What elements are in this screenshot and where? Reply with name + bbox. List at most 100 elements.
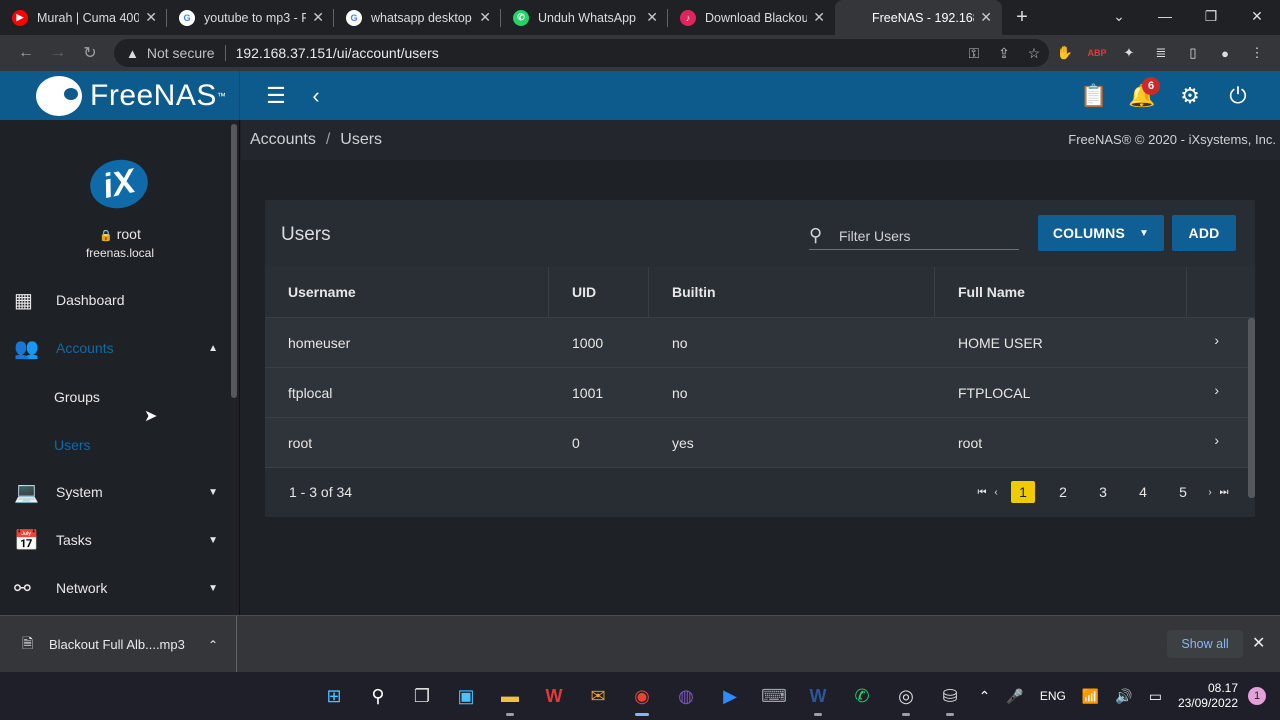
volume-icon[interactable]: 🔊 xyxy=(1115,688,1132,705)
outlook-icon[interactable]: ✉ xyxy=(576,676,620,716)
zoom-icon[interactable]: ▶ xyxy=(708,676,752,716)
side-panel-icon[interactable]: ▯ xyxy=(1177,37,1209,69)
file-explorer-icon[interactable]: ▬ xyxy=(488,676,532,716)
add-user-button[interactable]: ADD xyxy=(1172,215,1236,251)
sidebar-item-system[interactable]: 💻 System ▼ xyxy=(0,468,240,516)
forward-button[interactable]: → xyxy=(42,37,74,69)
notification-center-badge[interactable]: 1 xyxy=(1248,687,1266,705)
first-page-icon[interactable]: ⏮ xyxy=(975,487,989,498)
battery-icon[interactable]: ▭ xyxy=(1149,688,1162,705)
task-manager-icon[interactable]: 📋 xyxy=(1070,71,1118,120)
page-button[interactable]: 4 xyxy=(1123,484,1163,500)
browser-tab[interactable]: G whatsapp desktop ✕ xyxy=(334,0,501,35)
browser-tab-active[interactable]: FreeNAS - 192.168 ✕ xyxy=(835,0,1002,35)
extension-hand-icon[interactable]: ✋ xyxy=(1049,37,1081,69)
table-row[interactable]: ftplocal 1001 no FTPLOCAL › xyxy=(265,368,1255,418)
browser-tab[interactable]: ♪ Download Blackout ✕ xyxy=(668,0,835,35)
page-button[interactable]: 2 xyxy=(1043,484,1083,500)
column-header-username[interactable]: Username xyxy=(265,266,549,318)
window-controls: ⌄ — ❐ ✕ xyxy=(1096,0,1280,32)
obs-icon[interactable]: ◎ xyxy=(884,676,928,716)
close-tab-icon[interactable]: ✕ xyxy=(145,9,157,26)
browser-tab[interactable]: G youtube to mp3 - F ✕ xyxy=(167,0,334,35)
url-text[interactable]: 192.168.37.151/ui/account/users xyxy=(236,45,439,61)
search-icon[interactable]: ⚲ xyxy=(356,676,400,716)
sidebar-item-network[interactable]: ⚯ Network ▼ xyxy=(0,564,240,612)
chevron-right-icon[interactable]: › xyxy=(1214,432,1219,448)
column-header-fullname[interactable]: Full Name xyxy=(935,266,1187,318)
address-bar[interactable]: ▲ Not secure 192.168.37.151/ui/account/u… xyxy=(114,39,1049,67)
show-all-downloads-button[interactable]: Show all xyxy=(1167,630,1243,658)
tab-title: Unduh WhatsApp xyxy=(538,10,636,25)
notifications-bell-icon[interactable]: 🔔 6 xyxy=(1118,71,1166,120)
share-icon[interactable]: ⇪ xyxy=(989,45,1019,62)
table-row[interactable]: homeuser 1000 no HOME USER › xyxy=(265,318,1255,368)
bookmark-star-icon[interactable]: ☆ xyxy=(1019,45,1049,62)
sidebar-item-dashboard[interactable]: ▦ Dashboard xyxy=(0,276,240,324)
whatsapp-icon[interactable]: ✆ xyxy=(840,676,884,716)
microphone-icon[interactable]: 🎤 xyxy=(1006,688,1023,705)
language-indicator[interactable]: ENG xyxy=(1040,689,1066,703)
browser-tab[interactable]: ✆ Unduh WhatsApp ✕ xyxy=(501,0,668,35)
previous-page-icon[interactable]: ‹ xyxy=(989,487,1003,498)
close-tab-icon[interactable]: ✕ xyxy=(479,9,491,26)
sidebar-item-accounts[interactable]: 👥 Accounts ▲ xyxy=(0,324,240,372)
terminal-icon[interactable]: ⌨ xyxy=(752,676,796,716)
chevron-up-icon[interactable]: ⌃ xyxy=(208,638,218,652)
filter-users-input[interactable]: ⚲ Filter Users xyxy=(809,222,1019,250)
close-tab-icon[interactable]: ✕ xyxy=(813,9,825,26)
sidebar-subitem-users[interactable]: Users xyxy=(54,437,91,453)
clock[interactable]: 08.17 23/09/2022 xyxy=(1178,681,1238,711)
media-queue-icon[interactable]: ≣ xyxy=(1145,37,1177,69)
page-button[interactable]: 3 xyxy=(1083,484,1123,500)
chrome-menu-icon[interactable]: ⋮ xyxy=(1241,37,1273,69)
last-page-icon[interactable]: ⏭ xyxy=(1217,487,1231,498)
breadcrumb-accounts[interactable]: Accounts xyxy=(250,131,316,149)
close-tab-icon[interactable]: ✕ xyxy=(980,9,992,26)
chevron-right-icon[interactable]: › xyxy=(1214,332,1219,348)
close-window-button[interactable]: ✕ xyxy=(1234,0,1280,32)
column-header-uid[interactable]: UID xyxy=(549,266,649,318)
key-icon[interactable]: ⚿ xyxy=(959,45,989,62)
tab-search-icon[interactable]: ⌄ xyxy=(1096,0,1142,32)
warning-icon[interactable]: ▲ xyxy=(126,46,139,61)
virtualbox-icon[interactable]: ⛁ xyxy=(928,676,972,716)
sidebar-item-tasks[interactable]: 📅 Tasks ▼ xyxy=(0,516,240,564)
adblock-icon[interactable]: ABP xyxy=(1081,37,1113,69)
collapse-sidebar-icon[interactable]: ‹ xyxy=(296,71,336,120)
power-icon[interactable]: ⏻ xyxy=(1214,71,1262,120)
page-button[interactable]: 5 xyxy=(1163,484,1203,500)
download-item[interactable]: 🗎 Blackout Full Alb....mp3 ⌃ xyxy=(0,616,237,673)
column-header-builtin[interactable]: Builtin xyxy=(649,266,935,318)
sidebar-subitem-groups[interactable]: Groups xyxy=(54,389,100,405)
hamburger-menu-icon[interactable]: ☰ xyxy=(256,71,296,120)
maximize-button[interactable]: ❐ xyxy=(1188,0,1234,32)
minimize-button[interactable]: — xyxy=(1142,0,1188,32)
reload-button[interactable]: ↻ xyxy=(74,37,106,69)
word-icon[interactable]: W xyxy=(796,676,840,716)
wps-office-icon[interactable]: W xyxy=(532,676,576,716)
table-row[interactable]: root 0 yes root › xyxy=(265,418,1255,468)
next-page-icon[interactable]: › xyxy=(1203,487,1217,498)
profile-icon[interactable]: ● xyxy=(1209,37,1241,69)
tor-browser-icon[interactable]: ◍ xyxy=(664,676,708,716)
chrome-icon[interactable]: ◉ xyxy=(620,676,664,716)
security-label[interactable]: Not secure xyxy=(147,45,215,61)
close-tab-icon[interactable]: ✕ xyxy=(646,9,658,26)
browser-tab[interactable]: ▶ Murah | Cuma 400 ✕ xyxy=(0,0,167,35)
freenas-logo[interactable]: FreeNAS ™ xyxy=(0,71,240,120)
columns-button[interactable]: COLUMNS ▼ xyxy=(1038,215,1164,251)
close-tab-icon[interactable]: ✕ xyxy=(312,9,324,26)
windows-start-icon[interactable]: ⊞ xyxy=(312,676,356,716)
close-downloads-icon[interactable]: ✕ xyxy=(1252,633,1265,653)
new-tab-button[interactable]: + xyxy=(1002,0,1042,35)
widgets-icon[interactable]: ▣ xyxy=(444,676,488,716)
wifi-icon[interactable]: 📶 xyxy=(1082,688,1099,705)
chevron-right-icon[interactable]: › xyxy=(1214,382,1219,398)
settings-gear-icon[interactable]: ⚙ xyxy=(1166,71,1214,120)
page-button-current[interactable]: 1 xyxy=(1003,481,1043,503)
extensions-puzzle-icon[interactable]: ✦ xyxy=(1113,37,1145,69)
task-view-icon[interactable]: ❐ xyxy=(400,676,444,716)
chevron-up-icon[interactable]: ⌃ xyxy=(979,688,991,705)
back-button[interactable]: ← xyxy=(10,37,42,69)
